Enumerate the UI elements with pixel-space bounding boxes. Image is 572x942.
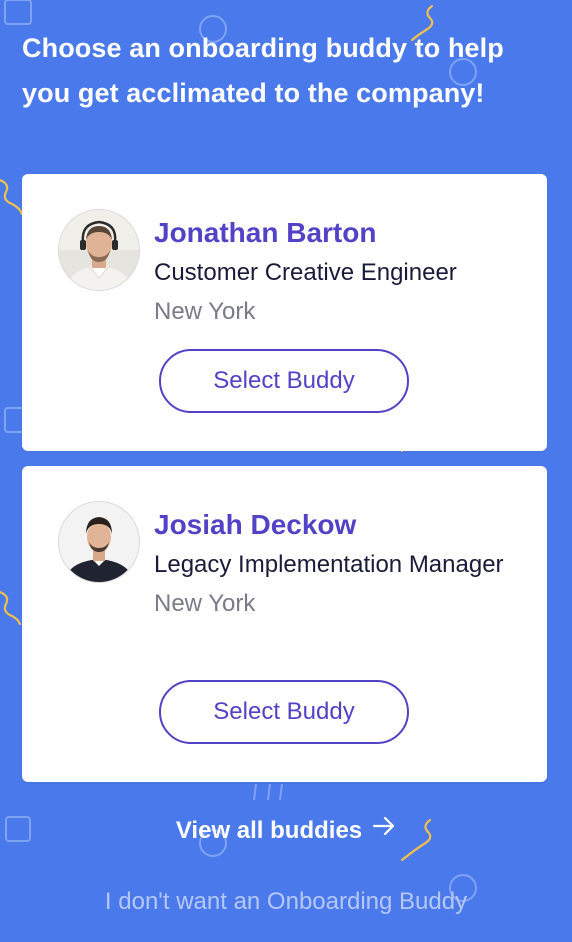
person-photo-icon (59, 210, 139, 290)
avatar (59, 210, 139, 290)
buddy-location: New York (154, 298, 256, 325)
view-all-buddies-link[interactable]: View all buddies (0, 811, 572, 852)
avatar (59, 502, 139, 582)
buddy-card: Josiah Deckow Legacy Implementation Mana… (22, 466, 547, 782)
buddy-name: Josiah Deckow (154, 509, 357, 540)
select-buddy-button[interactable]: Select Buddy (159, 349, 409, 413)
person-photo-icon (59, 502, 139, 582)
squiggle-decoration (0, 178, 24, 216)
buddy-info: Josiah Deckow Legacy Implementation Mana… (154, 505, 524, 623)
buddy-info: Jonathan Barton Customer Creative Engine… (154, 213, 524, 331)
buddy-role: Customer Creative Engineer (154, 259, 457, 286)
buddy-card: Jonathan Barton Customer Creative Engine… (22, 174, 547, 451)
buddy-role: Legacy Implementation Manager (154, 551, 504, 578)
select-buddy-button[interactable]: Select Buddy (159, 680, 409, 744)
arrow-right-icon (372, 809, 396, 849)
decline-buddy-link[interactable]: I don't want an Onboarding Buddy (0, 882, 572, 922)
squiggle-decoration (0, 590, 22, 626)
page-title: Choose an onboarding buddy to help you g… (22, 33, 504, 108)
line-decoration (253, 783, 283, 801)
view-all-label: View all buddies (175, 817, 363, 844)
buddy-location: New York (154, 590, 256, 617)
buddy-name: Jonathan Barton (154, 217, 377, 248)
square-decoration (4, 0, 32, 25)
